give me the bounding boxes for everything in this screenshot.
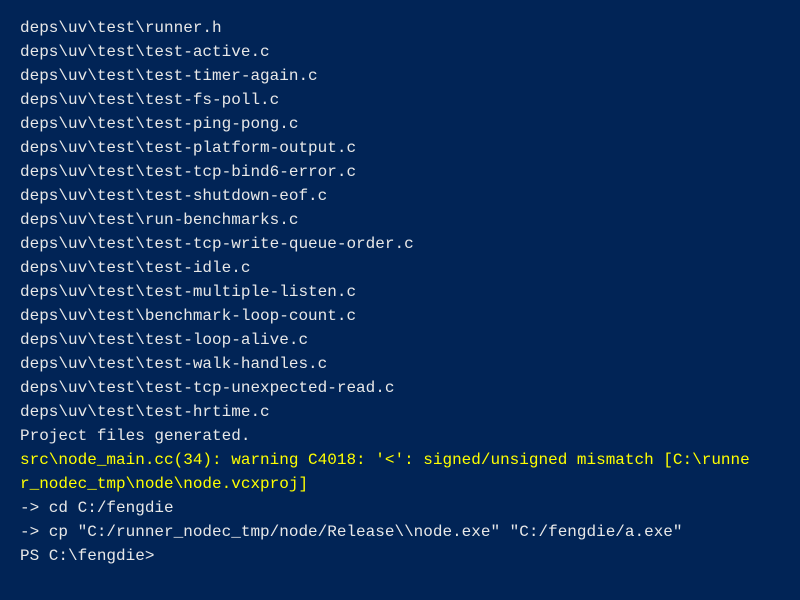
output-line: deps\uv\test\runner.h (20, 16, 780, 40)
output-line: -> cd C:/fengdie (20, 496, 780, 520)
warning-line: src\node_main.cc(34): warning C4018: '<'… (20, 448, 780, 472)
output-line: Project files generated. (20, 424, 780, 448)
output-line: deps\uv\test\test-fs-poll.c (20, 88, 780, 112)
output-line: deps\uv\test\test-walk-handles.c (20, 352, 780, 376)
output-line: deps\uv\test\test-timer-again.c (20, 64, 780, 88)
prompt-line[interactable]: PS C:\fengdie> (20, 544, 780, 568)
output-line: deps\uv\test\test-shutdown-eof.c (20, 184, 780, 208)
prompt-text: PS C:\fengdie> (20, 544, 154, 568)
output-line: deps\uv\test\test-multiple-listen.c (20, 280, 780, 304)
output-line: deps\uv\test\test-tcp-write-queue-order.… (20, 232, 780, 256)
output-line: deps\uv\test\test-ping-pong.c (20, 112, 780, 136)
output-lines-container: deps\uv\test\runner.hdeps\uv\test\test-a… (20, 16, 780, 544)
output-line: deps\uv\test\test-loop-alive.c (20, 328, 780, 352)
output-line: deps\uv\test\run-benchmarks.c (20, 208, 780, 232)
output-line: deps\uv\test\test-tcp-bind6-error.c (20, 160, 780, 184)
output-line: deps\uv\test\test-idle.c (20, 256, 780, 280)
warning-line: r_nodec_tmp\node\node.vcxproj] (20, 472, 780, 496)
output-line: deps\uv\test\test-tcp-unexpected-read.c (20, 376, 780, 400)
output-line: deps\uv\test\test-active.c (20, 40, 780, 64)
output-line: deps\uv\test\test-platform-output.c (20, 136, 780, 160)
output-line: deps\uv\test\test-hrtime.c (20, 400, 780, 424)
command-input[interactable] (154, 544, 780, 568)
terminal-output[interactable]: deps\uv\test\runner.hdeps\uv\test\test-a… (20, 16, 780, 568)
output-line: deps\uv\test\benchmark-loop-count.c (20, 304, 780, 328)
output-line: -> cp "C:/runner_nodec_tmp/node/Release\… (20, 520, 780, 544)
